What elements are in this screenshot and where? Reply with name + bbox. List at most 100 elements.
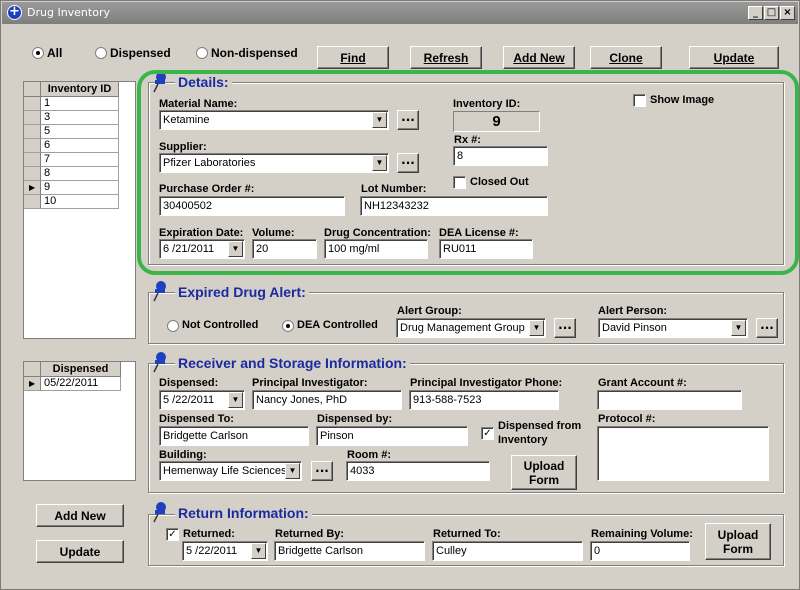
remaining-volume-field[interactable]: 0 [590, 541, 690, 561]
building-combo[interactable]: Hemenway Life Sciences ▼ [159, 461, 302, 481]
inventory-row[interactable]: 1 [41, 97, 119, 111]
chevron-down-icon[interactable]: ▼ [529, 320, 544, 336]
protocol-label: Protocol #: [598, 413, 656, 425]
pi-phone-field[interactable]: 913-588-7523 [409, 390, 559, 410]
chevron-down-icon[interactable]: ▼ [372, 155, 387, 171]
grant-account-label: Grant Account #: [598, 377, 687, 389]
receiver-title: Receiver and Storage Information: [175, 355, 410, 371]
dea-controlled-radio[interactable] [282, 320, 294, 332]
row-selector[interactable]: ▶ [24, 377, 41, 391]
pushpin-icon [153, 352, 166, 373]
dea-license-label: DEA License #: [439, 227, 519, 239]
left-add-new-button[interactable]: Add New [36, 504, 124, 527]
pushpin-icon [153, 281, 166, 302]
returned-checkbox[interactable]: ✓ [166, 528, 179, 541]
protocol-field[interactable] [597, 426, 769, 481]
not-controlled-radio[interactable] [167, 320, 179, 332]
inventory-row[interactable]: 6 [41, 139, 119, 153]
alert-group-lookup-button[interactable]: ... [554, 318, 576, 338]
refresh-button[interactable]: Refresh [410, 46, 482, 69]
returned-to-field[interactable]: Culley [432, 541, 583, 561]
pi-phone-label: Principal Investigator Phone: [410, 377, 563, 389]
filter-non-dispensed-radio[interactable] [196, 47, 208, 59]
lot-number-field[interactable]: NH12343232 [360, 196, 548, 216]
purchase-order-field[interactable]: 30400502 [159, 196, 345, 216]
material-name-label: Material Name: [159, 98, 238, 110]
inventory-row[interactable]: 7 [41, 153, 119, 167]
supplier-combo[interactable]: Pfizer Laboratories ▼ [159, 153, 389, 173]
material-name-combo[interactable]: Ketamine ▼ [159, 110, 389, 130]
alert-group-combo[interactable]: Drug Management Group ▼ [396, 318, 546, 338]
dispensed-to-field[interactable]: Bridgette Carlson [159, 426, 309, 446]
rx-field[interactable]: 8 [453, 146, 548, 166]
dispensed-date-picker[interactable]: 5 /22/2011 ▼ [159, 390, 245, 410]
inventory-row[interactable]: 9 [41, 181, 119, 195]
chevron-down-icon[interactable]: ▼ [228, 392, 243, 408]
window-title: Drug Inventory [27, 6, 110, 19]
add-new-button[interactable]: Add New [503, 46, 575, 69]
dispensed-grid[interactable]: Dispensed ▶ 05/22/2011 [23, 361, 136, 481]
dispensed-from-inventory-checkbox[interactable]: ✓ [481, 427, 494, 440]
row-selector[interactable]: ▶ [24, 181, 41, 195]
form-label: Form [723, 541, 753, 556]
building-value: Hemenway Life Sciences [163, 465, 287, 477]
show-image-checkbox[interactable] [633, 94, 646, 107]
closed-out-label: Closed Out [470, 176, 529, 188]
row-selector[interactable] [24, 125, 41, 139]
current-row-arrow-icon: ▶ [29, 183, 36, 192]
dispensed-from-inventory-label: Dispensed from [498, 420, 582, 432]
dispensed-row[interactable]: 05/22/2011 [41, 377, 121, 391]
chevron-down-icon[interactable]: ▼ [228, 241, 243, 257]
grant-account-field[interactable] [597, 390, 742, 410]
left-update-button[interactable]: Update [36, 540, 124, 563]
building-lookup-button[interactable]: ... [311, 461, 333, 481]
inventory-row[interactable]: 10 [41, 195, 119, 209]
clone-button[interactable]: Clone [590, 46, 662, 69]
alert-person-value: David Pinson [602, 322, 667, 334]
inventory-row[interactable]: 3 [41, 111, 119, 125]
row-selector[interactable] [24, 167, 41, 181]
row-selector[interactable] [24, 153, 41, 167]
find-button[interactable]: Find [317, 46, 389, 69]
close-icon[interactable]: × [780, 6, 795, 20]
supplier-value: Pfizer Laboratories [163, 157, 256, 169]
filter-dispensed-radio[interactable] [95, 47, 107, 59]
supplier-lookup-button[interactable]: ... [397, 153, 419, 173]
dispensed-by-label: Dispensed by: [317, 413, 393, 425]
chevron-down-icon[interactable]: ▼ [372, 112, 387, 128]
inventory-row[interactable]: 8 [41, 167, 119, 181]
pi-field[interactable]: Nancy Jones, PhD [252, 390, 402, 410]
chevron-down-icon[interactable]: ▼ [285, 463, 300, 479]
dispensed-date-label: Dispensed: [159, 377, 219, 389]
closed-out-checkbox[interactable] [453, 176, 466, 189]
update-label: Update [713, 50, 755, 65]
minimize-icon[interactable]: _ [748, 6, 763, 20]
add-new-label: Add New [513, 50, 565, 65]
row-selector[interactable] [24, 111, 41, 125]
returned-by-field[interactable]: Bridgette Carlson [274, 541, 425, 561]
row-selector[interactable] [24, 97, 41, 111]
row-selector[interactable] [24, 139, 41, 153]
chevron-down-icon[interactable]: ▼ [251, 543, 266, 559]
room-field[interactable]: 4033 [346, 461, 490, 481]
dea-controlled-label: DEA Controlled [297, 319, 378, 331]
dispensed-by-field[interactable]: Pinson [316, 426, 468, 446]
purchase-order-label: Purchase Order #: [159, 183, 255, 195]
expiration-date-picker[interactable]: 6 /21/2011 ▼ [159, 239, 245, 259]
dea-license-field[interactable]: RU011 [439, 239, 533, 259]
row-selector[interactable] [24, 195, 41, 209]
return-upload-form-button[interactable]: Upload Form [705, 523, 771, 560]
maximize-icon[interactable]: □ [764, 6, 779, 20]
update-button[interactable]: Update [689, 46, 779, 69]
alert-person-combo[interactable]: David Pinson ▼ [598, 318, 748, 338]
inventory-id-grid[interactable]: Inventory ID 1 3 5 6 7 8 ▶ 9 10 [23, 81, 136, 339]
inventory-row[interactable]: 5 [41, 125, 119, 139]
receiver-upload-form-button[interactable]: Upload Form [511, 455, 577, 490]
chevron-down-icon[interactable]: ▼ [731, 320, 746, 336]
material-lookup-button[interactable]: ... [397, 110, 419, 130]
drug-concentration-field[interactable]: 100 mg/ml [324, 239, 428, 259]
returned-date-picker[interactable]: 5 /22/2011 ▼ [182, 541, 268, 561]
alert-person-lookup-button[interactable]: ... [756, 318, 778, 338]
filter-all-radio[interactable] [32, 47, 44, 59]
volume-field[interactable]: 20 [252, 239, 317, 259]
